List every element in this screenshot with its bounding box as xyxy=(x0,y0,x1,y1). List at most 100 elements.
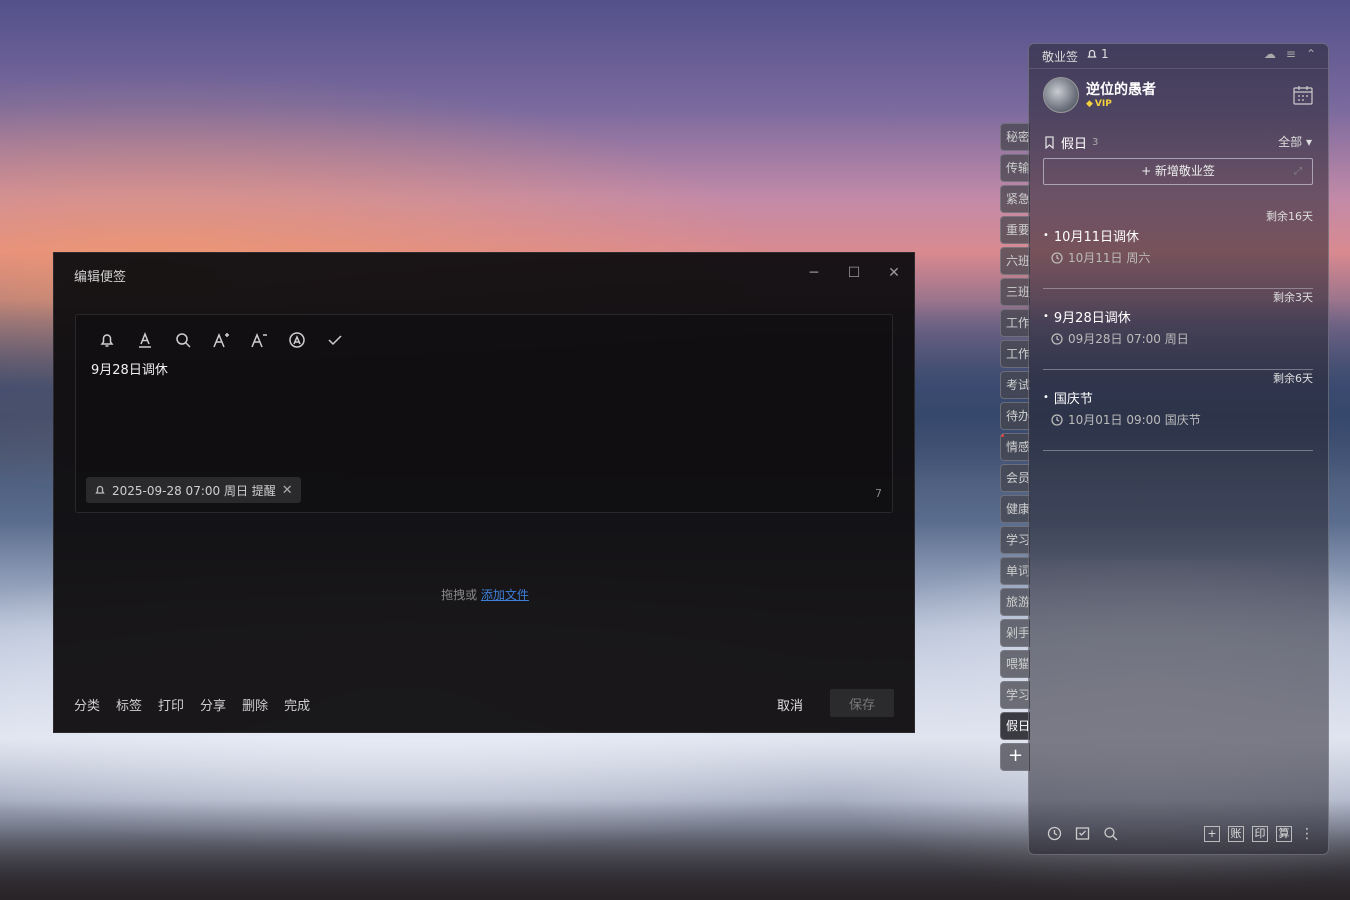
calculator-icon[interactable]: 算 xyxy=(1276,826,1292,842)
current-category[interactable]: 假日 3 xyxy=(1043,133,1098,152)
note-item[interactable]: 剩余16天 10月11日调休 10月11日 周六 xyxy=(1043,208,1313,289)
search-icon[interactable] xyxy=(172,329,194,351)
category-tabs: 秘密 传输 紧急 重要 六班 三班 工作 工作 考试 待办 情感 会员 健康 学… xyxy=(1000,123,1030,771)
tab-category[interactable]: 工作 xyxy=(1000,340,1030,368)
footer-left-tools xyxy=(1047,826,1118,845)
char-count: 7 xyxy=(875,487,882,500)
vip-badge: ◆ VIP xyxy=(1086,99,1112,109)
tab-category[interactable]: 剁手 xyxy=(1000,619,1030,647)
tab-category[interactable]: 重要 xyxy=(1000,216,1030,244)
tab-category[interactable]: 三班 xyxy=(1000,278,1030,306)
account-icon[interactable]: 账 xyxy=(1228,826,1244,842)
add-icon[interactable]: + xyxy=(1204,826,1220,842)
add-category-button[interactable]: + xyxy=(1000,743,1030,771)
check-icon[interactable] xyxy=(324,329,346,351)
note-title[interactable]: 国庆节 xyxy=(1043,388,1093,407)
close-button[interactable]: ✕ xyxy=(884,263,904,283)
cloud-sync-icon[interactable]: ☁ xyxy=(1264,47,1276,61)
note-date: 09月28日 07:00 周日 xyxy=(1051,330,1189,347)
note-item[interactable]: 剩余6天 国庆节 10月01日 09:00 国庆节 xyxy=(1043,370,1313,451)
minimize-button[interactable]: ─ xyxy=(804,263,824,283)
font-increase-icon[interactable] xyxy=(210,329,232,351)
note-date-text: 09月28日 07:00 周日 xyxy=(1068,332,1189,346)
tab-category[interactable]: 六班 xyxy=(1000,247,1030,275)
note-date-text: 10月01日 09:00 国庆节 xyxy=(1068,413,1201,427)
note-content[interactable]: 9月28日调休 xyxy=(91,359,168,378)
menu-icon[interactable]: ≡ xyxy=(1286,47,1296,61)
panel-footer: + 账 印 算 ⋮ xyxy=(1029,824,1328,848)
diamond-icon: ◆ xyxy=(1086,99,1093,109)
file-drop-zone[interactable]: 拖拽或 添加文件 xyxy=(54,586,916,603)
tab-category[interactable]: 紧急 xyxy=(1000,185,1030,213)
dialog-title: 编辑便签 xyxy=(74,270,127,285)
reminder-text: 2025-09-28 07:00 周日 提醒 xyxy=(112,483,276,498)
remove-reminder-icon[interactable]: ✕ xyxy=(282,483,293,498)
tab-category[interactable]: 健康 xyxy=(1000,495,1030,523)
remaining-days: 剩余6天 xyxy=(1273,372,1313,385)
tab-category[interactable]: 考试 xyxy=(1000,371,1030,399)
search-icon[interactable] xyxy=(1103,826,1118,845)
complete-button[interactable]: 完成 xyxy=(284,695,310,714)
tab-category[interactable]: 会员 xyxy=(1000,464,1030,492)
reminder-chip[interactable]: 2025-09-28 07:00 周日 提醒 ✕ xyxy=(86,477,301,503)
note-date: 10月11日 周六 xyxy=(1051,249,1150,266)
delete-button[interactable]: 删除 xyxy=(242,695,268,714)
tab-category[interactable]: 旅游 xyxy=(1000,588,1030,616)
category-button[interactable]: 分类 xyxy=(74,695,100,714)
notification-count: 1 xyxy=(1101,47,1109,61)
bookmark-icon xyxy=(1045,136,1054,149)
maximize-button[interactable]: ☐ xyxy=(844,263,864,283)
editor-toolbar xyxy=(96,329,346,351)
tab-category[interactable]: 喂猫 xyxy=(1000,650,1030,678)
tab-category[interactable]: 工作 xyxy=(1000,309,1030,337)
save-button[interactable]: 保存 xyxy=(830,689,894,717)
drop-text: 拖拽或 xyxy=(441,588,478,602)
panel-header-icons: ☁ ≡ ⌃ xyxy=(1264,47,1316,61)
text-color-icon[interactable] xyxy=(134,329,156,351)
remaining-days: 剩余3天 xyxy=(1273,291,1313,304)
bell-icon[interactable] xyxy=(96,329,118,351)
app-name: 敬业签 xyxy=(1042,50,1079,64)
footer-right-tools: + 账 印 算 ⋮ xyxy=(1204,826,1314,842)
print-button[interactable]: 打印 xyxy=(158,695,184,714)
notification-bell[interactable]: 1 xyxy=(1086,47,1109,61)
tag-button[interactable]: 标签 xyxy=(116,695,142,714)
cancel-button[interactable]: 取消 xyxy=(777,695,803,714)
tab-holiday[interactable]: 假日 xyxy=(1000,712,1030,740)
note-item[interactable]: 剩余3天 9月28日调休 09月28日 07:00 周日 xyxy=(1043,289,1313,370)
avatar[interactable] xyxy=(1043,77,1079,113)
clock-icon xyxy=(1051,413,1063,426)
category-name: 假日 xyxy=(1061,137,1088,152)
dialog-actions: 分类 标签 打印 分享 删除 完成 xyxy=(74,695,310,714)
tab-category[interactable]: 情感 xyxy=(1000,433,1030,461)
clock-icon xyxy=(1051,251,1063,264)
window-controls: ─ ☐ ✕ xyxy=(804,263,904,283)
collapse-icon[interactable]: ⌃ xyxy=(1306,47,1316,61)
tab-category[interactable]: 学习 xyxy=(1000,681,1030,709)
tab-category[interactable]: 待办 xyxy=(1000,402,1030,430)
panel-header: 敬业签 1 ☁ ≡ ⌃ xyxy=(1029,44,1328,69)
stamp-icon[interactable]: 印 xyxy=(1252,826,1268,842)
more-icon[interactable]: ⋮ xyxy=(1300,826,1314,842)
note-title[interactable]: 9月28日调休 xyxy=(1043,307,1131,326)
edit-note-dialog: 编辑便签 ─ ☐ ✕ 9月28日调休 2025-09-28 07:00 周日 提… xyxy=(53,252,915,733)
add-file-link[interactable]: 添加文件 xyxy=(481,588,529,602)
tab-category[interactable]: 单词 xyxy=(1000,557,1030,585)
font-style-icon[interactable] xyxy=(286,329,308,351)
font-decrease-icon[interactable] xyxy=(248,329,270,351)
todo-icon[interactable] xyxy=(1075,826,1090,845)
note-date-text: 10月11日 周六 xyxy=(1068,251,1151,265)
note-title[interactable]: 10月11日调休 xyxy=(1043,226,1139,245)
tab-category[interactable]: 学习 xyxy=(1000,526,1030,554)
bell-icon xyxy=(1087,49,1097,58)
add-note-button[interactable]: + 新增敬业签 ⤢ xyxy=(1043,158,1313,185)
note-date: 10月01日 09:00 国庆节 xyxy=(1051,411,1201,428)
tab-category[interactable]: 秘密 xyxy=(1000,123,1030,151)
filter-dropdown[interactable]: 全部 ▾ xyxy=(1278,133,1312,150)
expand-icon[interactable]: ⤢ xyxy=(1294,159,1302,184)
history-icon[interactable] xyxy=(1047,826,1062,845)
calendar-icon[interactable] xyxy=(1292,84,1314,106)
tab-category[interactable]: 传输 xyxy=(1000,154,1030,182)
note-editor[interactable]: 9月28日调休 2025-09-28 07:00 周日 提醒 ✕ 7 xyxy=(75,314,893,513)
share-button[interactable]: 分享 xyxy=(200,695,226,714)
